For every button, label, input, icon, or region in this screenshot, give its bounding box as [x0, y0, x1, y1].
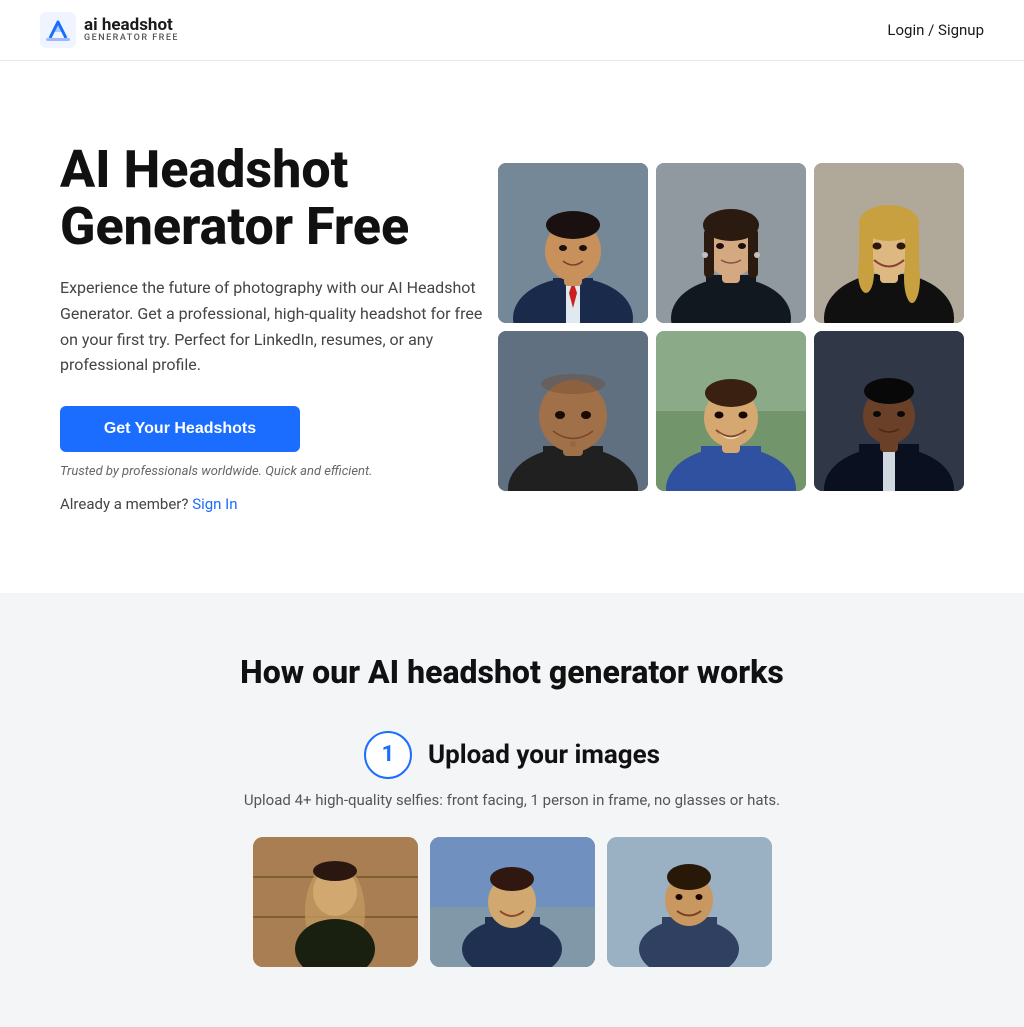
headshot-photo-5 — [656, 331, 806, 491]
headshot-5 — [656, 331, 806, 491]
logo: ai headshot GENERATOR FREE — [40, 12, 179, 48]
hero-section: AI Headshot Generator Free Experience th… — [0, 61, 1024, 593]
sign-in-link[interactable]: Sign In — [192, 495, 237, 513]
headshot-photo-6 — [814, 331, 964, 491]
step-1-description: Upload 4+ high-quality selfies: front fa… — [244, 791, 780, 809]
step-1-number: 1 — [364, 731, 412, 779]
sample-photo-3 — [607, 837, 772, 967]
headshot-photo-1 — [498, 163, 648, 323]
hero-left: AI Headshot Generator Free Experience th… — [60, 141, 490, 513]
logo-icon — [40, 12, 76, 48]
sample-photo-2 — [430, 837, 595, 967]
sample-photo-svg-3 — [607, 837, 772, 967]
headshot-grid — [498, 163, 964, 491]
headshot-6 — [814, 331, 964, 491]
sample-photo-svg-2 — [430, 837, 595, 967]
sample-photos-row — [253, 837, 772, 967]
trusted-text: Trusted by professionals worldwide. Quic… — [60, 464, 490, 479]
headshot-photo-4 — [498, 331, 648, 491]
get-headshots-button[interactable]: Get Your Headshots — [60, 406, 300, 452]
headshot-3 — [814, 163, 964, 323]
step-1-label: Upload your images — [428, 740, 660, 770]
sample-photo-svg-1 — [253, 837, 418, 967]
headshot-photo-3 — [814, 163, 964, 323]
how-title: How our AI headshot generator works — [40, 653, 984, 691]
already-member-text: Already a member? Sign In — [60, 495, 490, 513]
logo-name: ai headshot — [84, 16, 179, 35]
login-signup-link[interactable]: Login / Signup — [887, 21, 984, 39]
how-it-works-section: How our AI headshot generator works 1 Up… — [0, 593, 1024, 1027]
headshot-photo-2 — [656, 163, 806, 323]
headshot-4 — [498, 331, 648, 491]
logo-subtitle: GENERATOR FREE — [84, 34, 179, 44]
hero-description: Experience the future of photography wit… — [60, 275, 490, 377]
headshot-2 — [656, 163, 806, 323]
hero-title: AI Headshot Generator Free — [60, 141, 490, 255]
step-1-header: 1 Upload your images — [364, 731, 660, 779]
step-1-block: 1 Upload your images Upload 4+ high-qual… — [40, 731, 984, 967]
site-header: ai headshot GENERATOR FREE Login / Signu… — [0, 0, 1024, 61]
sample-photo-1 — [253, 837, 418, 967]
headshot-1 — [498, 163, 648, 323]
